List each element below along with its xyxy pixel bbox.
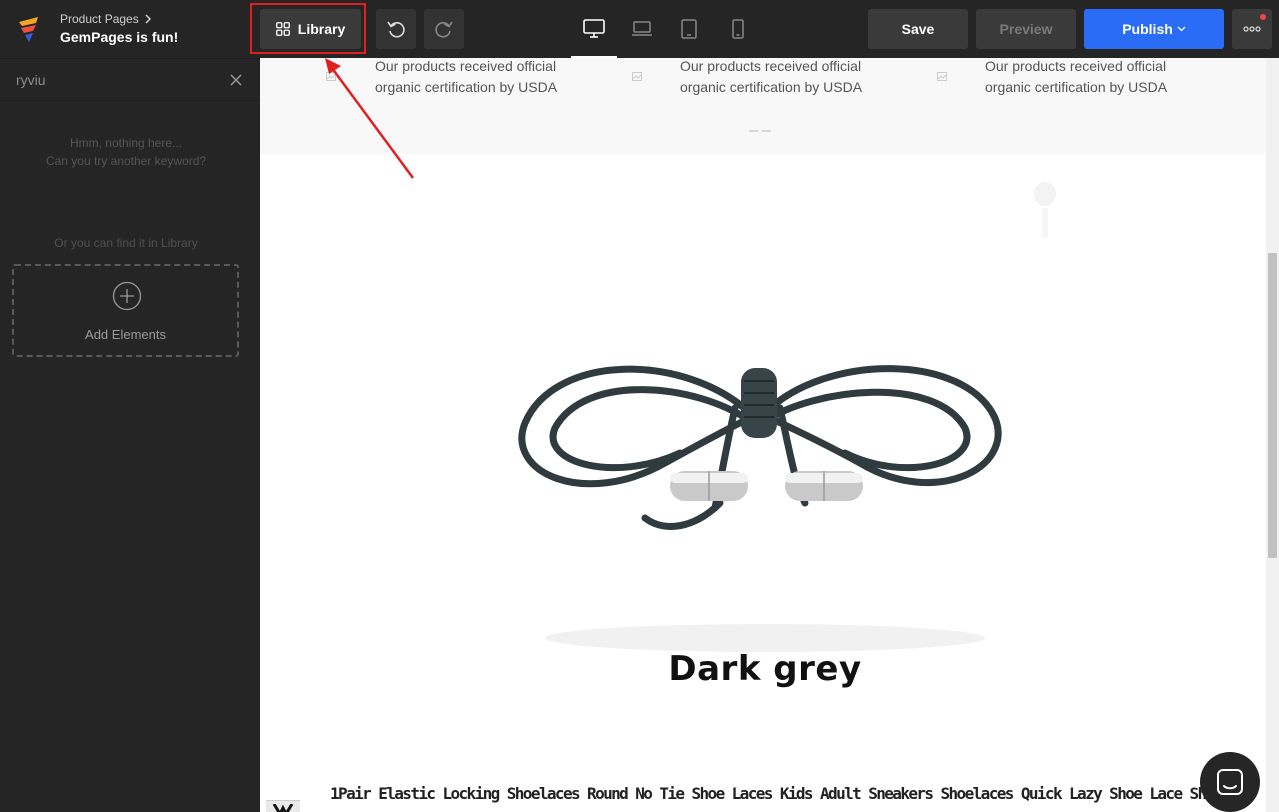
feature-image-icon bbox=[937, 72, 947, 81]
element-sidebar: Hmm, nothing here... Can you try another… bbox=[0, 58, 260, 812]
breadcrumb-product-pages[interactable]: Product Pages bbox=[60, 12, 139, 26]
publish-button[interactable]: Publish bbox=[1084, 9, 1224, 49]
add-elements-button[interactable]: Add Elements bbox=[12, 264, 239, 357]
gempages-logo-icon[interactable] bbox=[16, 14, 44, 44]
product-image[interactable] bbox=[465, 313, 1060, 653]
product-title[interactable]: 1Pair Elastic Locking Shoelaces Round No… bbox=[330, 784, 1230, 806]
breadcrumb[interactable]: Product Pages bbox=[60, 12, 152, 26]
feature-text[interactable]: Our products received official organic c… bbox=[985, 58, 1205, 98]
device-tablet-button[interactable] bbox=[666, 9, 712, 49]
redo-button[interactable] bbox=[424, 9, 464, 49]
empty-state-message: Hmm, nothing here... bbox=[69, 136, 183, 150]
thumbnail-image-icon bbox=[272, 804, 294, 812]
more-dots-icon bbox=[1243, 26, 1261, 32]
preview-button[interactable]: Preview bbox=[976, 9, 1076, 49]
more-options-button[interactable] bbox=[1232, 9, 1272, 49]
notification-dot bbox=[1260, 14, 1266, 20]
empty-state-hint: Can you try another keyword? bbox=[45, 154, 207, 168]
tablet-icon bbox=[681, 19, 697, 39]
save-button[interactable]: Save bbox=[868, 9, 968, 49]
feature-image-icon bbox=[632, 72, 642, 81]
canvas-scrollbar-thumb[interactable] bbox=[1268, 253, 1277, 558]
page-title[interactable]: GemPages is fun! bbox=[60, 29, 178, 45]
redo-icon bbox=[435, 21, 453, 38]
device-mobile-button[interactable] bbox=[715, 9, 761, 49]
undo-button[interactable] bbox=[376, 9, 416, 49]
element-search-input[interactable] bbox=[16, 69, 216, 91]
undo-icon bbox=[387, 21, 405, 38]
desktop-icon bbox=[583, 19, 605, 38]
carousel-dots[interactable] bbox=[749, 130, 771, 132]
product-color-caption[interactable]: Dark grey bbox=[260, 649, 1266, 689]
publish-button-label: Publish bbox=[1122, 21, 1173, 37]
chevron-right-icon bbox=[145, 14, 151, 24]
faint-watermark-mark bbox=[1034, 182, 1056, 238]
plus-circle-icon bbox=[112, 281, 142, 311]
laptop-icon bbox=[632, 21, 652, 36]
add-elements-label: Add Elements bbox=[85, 327, 166, 342]
annotation-arrow bbox=[325, 58, 415, 179]
mobile-icon bbox=[732, 19, 744, 39]
search-bar bbox=[0, 59, 260, 101]
annotation-highlight-box bbox=[250, 3, 366, 54]
top-bar: Product Pages GemPages is fun! Library S… bbox=[0, 0, 1279, 58]
library-hint: Or you can find it in Library bbox=[54, 236, 198, 250]
chat-icon bbox=[1217, 769, 1243, 795]
chevron-down-icon bbox=[1177, 26, 1186, 32]
feature-text[interactable]: Our products received official organic c… bbox=[680, 58, 900, 98]
chat-support-button[interactable] bbox=[1200, 752, 1260, 812]
product-thumbnail[interactable] bbox=[266, 800, 300, 812]
close-icon[interactable] bbox=[230, 74, 242, 86]
device-laptop-button[interactable] bbox=[619, 9, 665, 49]
device-desktop-button[interactable] bbox=[571, 9, 617, 58]
